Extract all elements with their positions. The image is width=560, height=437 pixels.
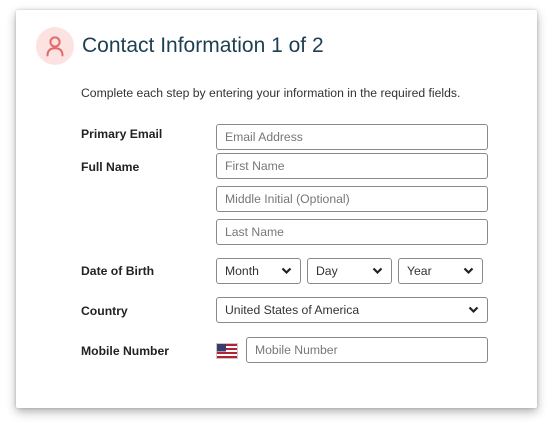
- last-name-input[interactable]: [216, 219, 488, 245]
- first-name-input[interactable]: [216, 153, 488, 179]
- instructions-text: Complete each step by entering your info…: [81, 86, 461, 100]
- birth-year-value: Year: [407, 264, 432, 278]
- us-flag-icon: [216, 343, 238, 359]
- middle-initial-input[interactable]: [216, 186, 488, 212]
- mobile-number-label: Mobile Number: [81, 344, 170, 358]
- birth-year-select[interactable]: Year: [398, 258, 483, 284]
- birth-day-select[interactable]: Day: [307, 258, 392, 284]
- birth-month-value: Month: [225, 264, 259, 278]
- mobile-number-input[interactable]: [246, 337, 488, 363]
- chevron-down-icon: [463, 267, 474, 275]
- birth-month-select[interactable]: Month: [216, 258, 301, 284]
- user-icon: [36, 27, 74, 65]
- chevron-down-icon: [468, 306, 479, 314]
- email-input[interactable]: [216, 124, 488, 150]
- country-select[interactable]: United States of America: [216, 297, 488, 323]
- chevron-down-icon: [281, 267, 292, 275]
- birth-day-value: Day: [316, 264, 338, 278]
- contact-information-card: Contact Information 1 of 2 Complete each…: [16, 10, 537, 408]
- page-title: Contact Information 1 of 2: [82, 34, 324, 57]
- primary-email-label: Primary Email: [81, 127, 163, 141]
- country-label: Country: [81, 304, 128, 318]
- full-name-label: Full Name: [81, 160, 140, 174]
- date-of-birth-label: Date of Birth: [81, 264, 155, 278]
- chevron-down-icon: [372, 267, 383, 275]
- country-value: United States of America: [225, 303, 360, 317]
